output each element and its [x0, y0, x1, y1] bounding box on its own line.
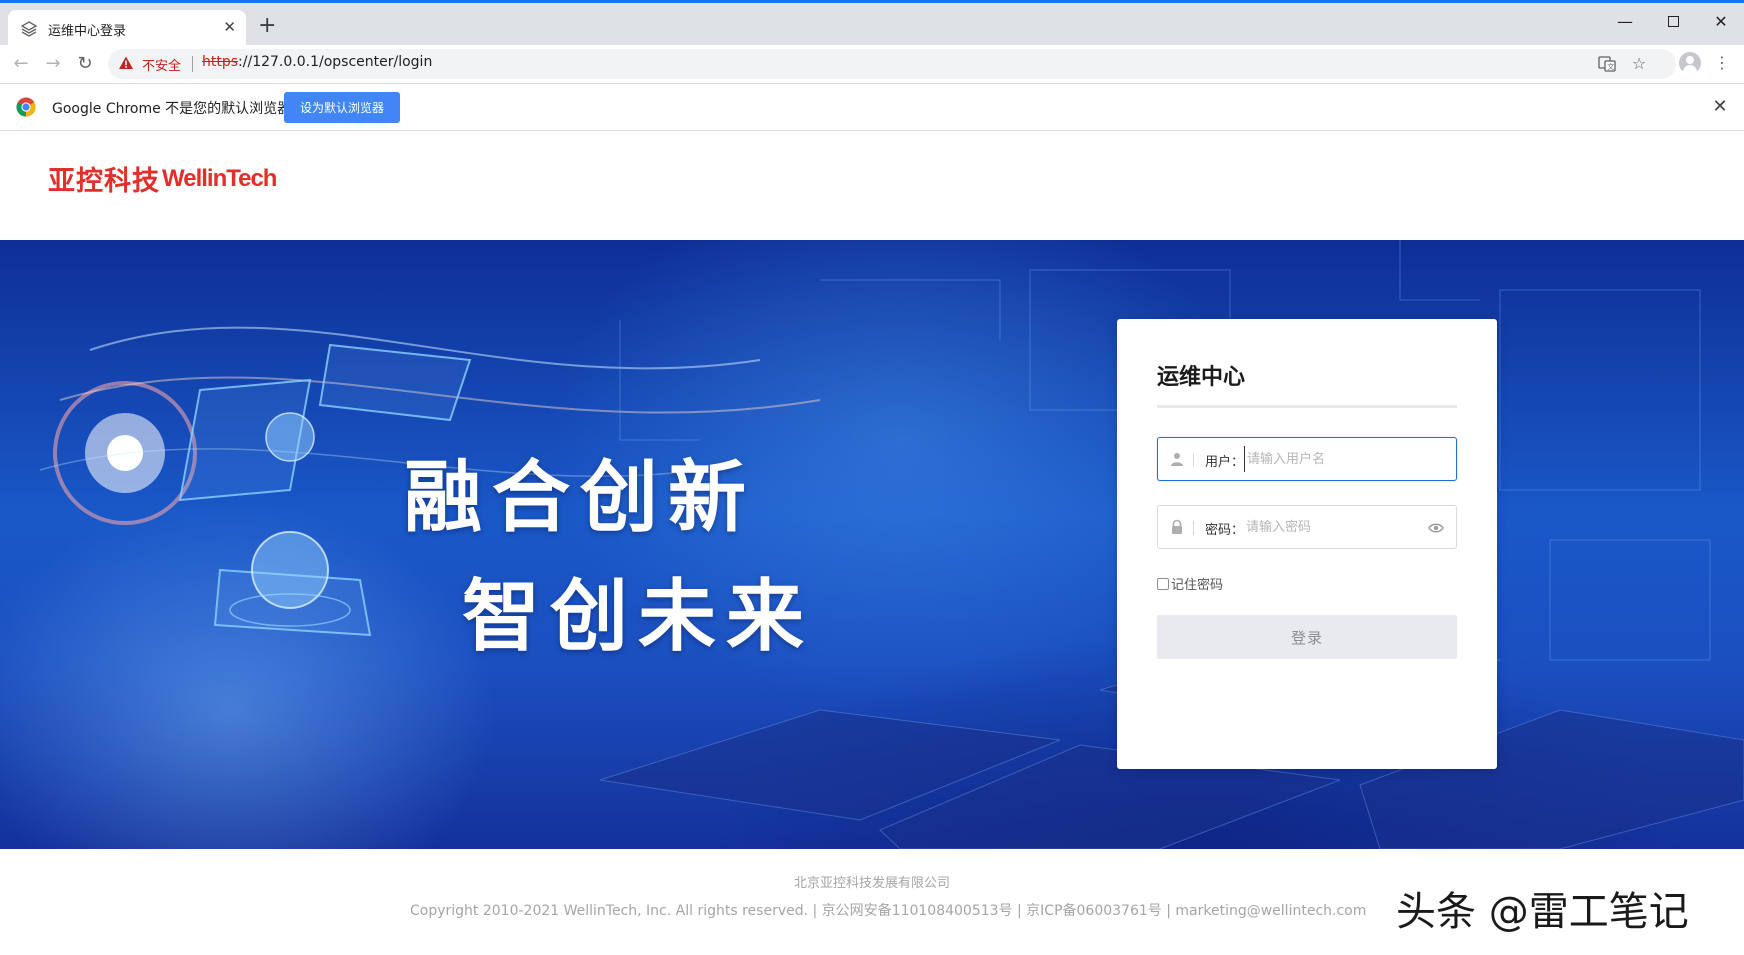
watermark: 头条 @雷工笔记	[1396, 889, 1689, 935]
default-browser-infobar: Google Chrome 不是您的默认浏览器 设为默认浏览器 ✕	[0, 83, 1744, 131]
address-bar[interactable]: 不安全 https://127.0.0.1/opscenter/login 文 …	[108, 49, 1676, 79]
browser-tabstrip: 运维中心登录 ✕ + — ✕	[0, 0, 1744, 48]
window-maximize-button[interactable]	[1650, 9, 1696, 37]
tab-title: 运维中心登录	[48, 24, 127, 39]
logo-chinese: 亚控科技	[48, 166, 160, 197]
menu-icon[interactable]: ⋮	[1712, 51, 1732, 75]
slogan-line-1: 融合创新	[404, 453, 757, 543]
password-input[interactable]	[1246, 514, 1426, 540]
company-logo: 亚控科技WellinTech	[48, 159, 277, 198]
reload-icon[interactable]: ↻	[72, 51, 98, 77]
slogan-line-2: 智创未来	[462, 572, 815, 662]
profile-icon[interactable]	[1679, 52, 1701, 74]
field-divider	[1193, 521, 1194, 535]
user-icon	[1171, 453, 1183, 466]
eye-icon[interactable]	[1428, 521, 1444, 535]
new-tab-button[interactable]: +	[258, 15, 276, 37]
back-arrow-icon[interactable]: ←	[8, 51, 34, 77]
username-field[interactable]: 用户：	[1157, 437, 1457, 481]
layers-icon	[20, 21, 38, 37]
infobar-message: Google Chrome 不是您的默认浏览器	[52, 101, 292, 117]
tab-close-icon[interactable]: ✕	[223, 18, 236, 36]
login-title: 运维中心	[1157, 365, 1246, 390]
warning-icon	[119, 56, 133, 69]
password-label: 密码：	[1205, 523, 1245, 538]
remember-password[interactable]: 记住密码	[1157, 573, 1224, 593]
forward-arrow-icon[interactable]: →	[40, 51, 66, 77]
title-underline	[1157, 405, 1457, 408]
svg-text:文: 文	[1607, 62, 1614, 71]
set-default-browser-button[interactable]: 设为默认浏览器	[284, 92, 400, 123]
login-page: 亚控科技WellinTech 融合创新 智创未来 运维中心 用户： 请输入用户名…	[0, 131, 1744, 955]
login-button[interactable]: 登录	[1157, 615, 1457, 659]
password-field[interactable]: 密码：	[1157, 505, 1457, 549]
browser-tab-active[interactable]: 运维中心登录 ✕	[8, 10, 246, 48]
url-path: ://127.0.0.1/opscenter/login	[238, 54, 433, 70]
remember-label: 记住密码	[1171, 578, 1224, 593]
chrome-logo-icon	[16, 97, 36, 117]
star-icon[interactable]: ☆	[1630, 55, 1648, 73]
url-text[interactable]: https://127.0.0.1/opscenter/login	[202, 54, 432, 70]
remember-checkbox[interactable]	[1157, 577, 1169, 590]
login-card: 运维中心 用户： 密码：	[1117, 319, 1497, 769]
translate-icon[interactable]: 文	[1598, 55, 1616, 73]
page-footer: 北京亚控科技发展有限公司 Copyright 2010-2021 WellinT…	[0, 849, 1744, 955]
browser-toolbar: ← → ↻ 不安全 https://127.0.0.1/opscenter/lo…	[0, 45, 1744, 83]
window-minimize-button[interactable]: —	[1602, 9, 1648, 37]
username-input[interactable]	[1244, 446, 1424, 472]
footer-copyright: Copyright 2010-2021 WellinTech, Inc. All…	[410, 903, 1367, 919]
maximize-icon	[1667, 15, 1679, 27]
page-header: 亚控科技WellinTech	[0, 131, 1744, 240]
username-label: 用户：	[1205, 455, 1245, 470]
url-scheme: https	[202, 54, 239, 70]
field-divider	[1193, 453, 1194, 467]
lock-icon	[1172, 519, 1182, 534]
infobar-close-icon[interactable]: ✕	[1710, 96, 1730, 117]
window-close-button[interactable]: ✕	[1698, 9, 1744, 37]
security-status[interactable]: 不安全	[142, 55, 181, 74]
logo-english: WellinTech	[162, 164, 277, 192]
address-divider	[192, 56, 193, 72]
hero-banner: 融合创新 智创未来 运维中心 用户： 密码：	[0, 240, 1744, 849]
